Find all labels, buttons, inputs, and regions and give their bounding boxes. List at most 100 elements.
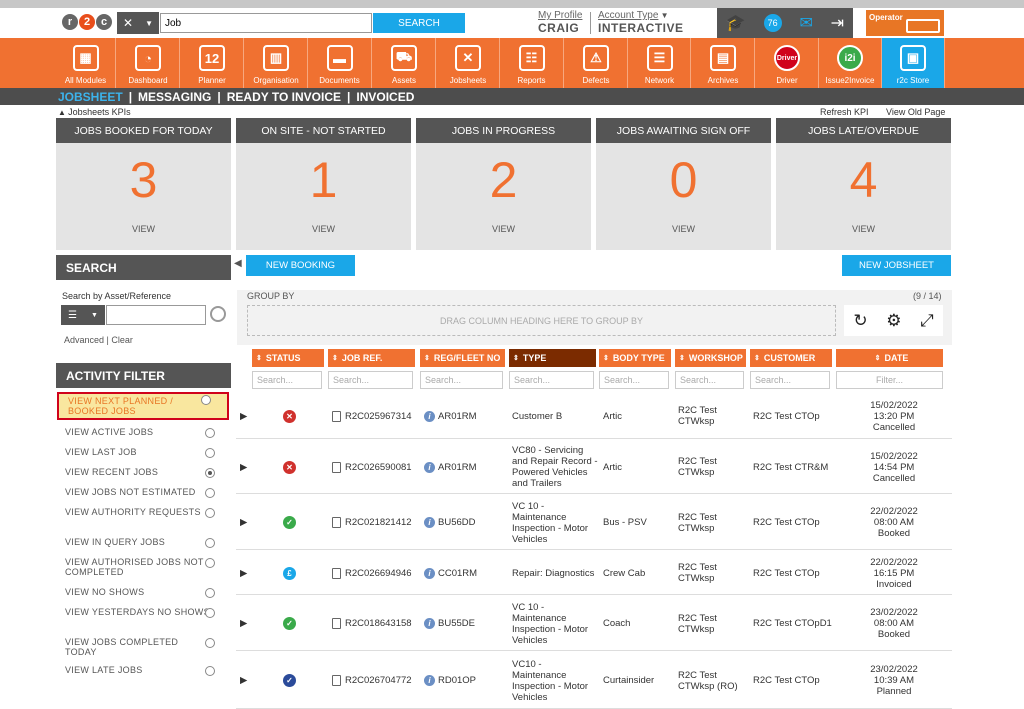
activity-filter-item[interactable]: VIEW AUTHORITY REQUESTS (56, 507, 231, 518)
activity-filter-item[interactable]: VIEW NO SHOWS (56, 587, 231, 598)
tab-jobsheet[interactable]: JOBSHEET (58, 90, 123, 104)
notification-badge[interactable]: 76 (763, 14, 782, 32)
info-icon[interactable]: i (424, 461, 435, 473)
expand-row-icon[interactable]: ▶ (240, 551, 247, 595)
radio-button[interactable] (205, 666, 215, 676)
refresh-icon[interactable]: ↻ (853, 311, 867, 331)
radio-button[interactable] (205, 608, 215, 618)
job-ref[interactable]: R2C026704772 (345, 675, 412, 686)
radio-button[interactable] (205, 588, 215, 598)
nav-item-all-modules[interactable]: ▦ All Modules (56, 38, 116, 88)
kpi-card[interactable]: ON SITE - NOT STARTED 1 VIEW (236, 118, 411, 250)
nav-item-r2c-store[interactable]: ▣ r2c Store (882, 38, 945, 88)
nav-item-defects[interactable]: ⚠ Defects (565, 38, 628, 88)
nav-item-organisation[interactable]: ▥ Organisation (245, 38, 308, 88)
mail-icon[interactable]: ✉ (799, 13, 812, 33)
nav-item-jobsheets[interactable]: ✕ Jobsheets (437, 38, 500, 88)
refresh-kpi-link[interactable]: Refresh KPI (820, 107, 869, 117)
group-drop-zone[interactable]: DRAG COLUMN HEADING HERE TO GROUP BY (247, 305, 836, 336)
info-icon[interactable]: i (424, 410, 435, 422)
column-filter-input[interactable]: Search... (252, 371, 322, 389)
radio-button[interactable] (201, 395, 211, 405)
column-filter-input[interactable]: Search... (599, 371, 669, 389)
job-ref[interactable]: R2C021821412 (345, 517, 412, 528)
reg-number[interactable]: BU56DD (438, 517, 476, 528)
activity-filter-item[interactable]: VIEW LAST JOB (56, 447, 231, 458)
tab-messaging[interactable]: MESSAGING (138, 90, 211, 104)
operator-badge[interactable]: Operator (866, 10, 944, 36)
radio-button[interactable] (205, 488, 215, 498)
my-profile-link[interactable]: My Profile (538, 10, 582, 21)
info-icon[interactable]: i (424, 517, 435, 528)
expand-icon[interactable]: ⤢ (920, 311, 934, 331)
clear-search-link[interactable]: Clear (111, 335, 133, 345)
column-filter-input[interactable]: Search... (420, 371, 503, 389)
column-filter-input[interactable]: Search... (328, 371, 413, 389)
radio-button[interactable] (205, 508, 215, 518)
activity-filter-item[interactable]: VIEW AUTHORISED JOBS NOT COMPLETED (56, 557, 231, 577)
column-header[interactable]: ⇕ STATUS (252, 349, 324, 367)
table-row[interactable]: ▶ £ R2C026694946 i CC01RM Repair: Diagnos… (236, 551, 952, 595)
tab-invoiced[interactable]: INVOICED (356, 90, 414, 104)
expand-row-icon[interactable]: ▶ (240, 440, 247, 494)
kpi-view-link[interactable]: VIEW (236, 224, 411, 234)
column-header[interactable]: ⇕ TYPE (509, 349, 596, 367)
column-header[interactable]: ⇕ WORKSHOP (675, 349, 746, 367)
account-type-link[interactable]: Account Type (598, 10, 658, 21)
info-icon[interactable]: i (424, 567, 435, 579)
nav-item-planner[interactable]: 12 Planner (181, 38, 244, 88)
reg-number[interactable]: AR01RM (438, 462, 477, 473)
radio-button[interactable] (205, 538, 215, 548)
advanced-search-link[interactable]: Advanced (64, 335, 104, 345)
expand-row-icon[interactable]: ▶ (240, 393, 247, 439)
kpi-card[interactable]: JOBS AWAITING SIGN OFF 0 VIEW (596, 118, 771, 250)
kpi-toggle[interactable]: ▲ Jobsheets KPIs (58, 107, 131, 117)
radio-button[interactable] (205, 558, 215, 568)
r2c-logo[interactable]: r 2 c (62, 11, 112, 33)
activity-filter-item[interactable]: VIEW LATE JOBS (56, 665, 231, 676)
nav-item-network[interactable]: ☰ Network (629, 38, 691, 88)
nav-item-dashboard[interactable]: ◔ Dashboard (117, 38, 180, 88)
activity-filter-item[interactable]: VIEW JOBS COMPLETED TODAY (56, 637, 231, 657)
column-header[interactable]: ⇕ REG/FLEET NO (420, 349, 505, 367)
radio-button[interactable] (205, 428, 215, 438)
column-header[interactable]: ⇕ BODY TYPE (599, 349, 671, 367)
column-header[interactable]: ⇕ JOB REF. (328, 349, 415, 367)
column-filter-input[interactable]: Filter... (836, 371, 943, 389)
nav-item-assets[interactable]: ⛟ Assets (373, 38, 436, 88)
column-header[interactable]: ⇕ CUSTOMER (750, 349, 832, 367)
nav-item-documents[interactable]: ▬ Documents (308, 38, 372, 88)
search-filter-dropdown[interactable]: ☰ ▼ (61, 305, 105, 325)
table-row[interactable]: ▶ ✓ R2C026704772 i RD01OP VC10 - Maintena… (236, 652, 952, 709)
reg-number[interactable]: CC01RM (438, 568, 477, 579)
job-ref[interactable]: R2C026590081 (345, 462, 412, 473)
info-icon[interactable]: i (424, 618, 435, 629)
activity-filter-item[interactable]: VIEW JOBS NOT ESTIMATED (56, 487, 231, 498)
nav-item-archives[interactable]: ▤ Archives (692, 38, 755, 88)
table-row[interactable]: ▶ ✓ R2C021821412 i BU56DD VC 10 - Mainten… (236, 495, 952, 550)
kpi-card[interactable]: JOBS IN PROGRESS 2 VIEW (416, 118, 591, 250)
column-filter-input[interactable]: Search... (509, 371, 594, 389)
nav-item-issue2invoice[interactable]: i2i Issue2Invoice (819, 38, 882, 88)
activity-filter-item[interactable]: VIEW YESTERDAYS NO SHOWS (56, 607, 231, 618)
search-icon[interactable] (210, 306, 226, 322)
view-old-page-link[interactable]: View Old Page (886, 107, 945, 117)
table-row[interactable]: ▶ ✕ R2C026590081 i AR01RM VC80 - Servicin… (236, 440, 952, 494)
table-row[interactable]: ▶ ✕ R2C025967314 i AR01RM Customer B Arti… (236, 393, 952, 439)
job-ref[interactable]: R2C018643158 (345, 618, 412, 629)
global-search-input[interactable] (160, 13, 372, 33)
kpi-card[interactable]: JOBS BOOKED FOR TODAY 3 VIEW (56, 118, 231, 250)
radio-button[interactable] (205, 448, 215, 458)
job-ref[interactable]: R2C026694946 (345, 568, 412, 579)
info-icon[interactable]: i (424, 675, 435, 686)
gear-icon[interactable]: ⚙ (886, 311, 901, 331)
asset-search-input[interactable] (106, 305, 206, 325)
expand-row-icon[interactable]: ▶ (240, 495, 247, 550)
kpi-card[interactable]: JOBS LATE/OVERDUE 4 VIEW (776, 118, 951, 250)
column-filter-input[interactable]: Search... (675, 371, 744, 389)
logout-icon[interactable]: ⇥ (831, 13, 844, 33)
kpi-view-link[interactable]: VIEW (596, 224, 771, 234)
radio-button[interactable] (205, 638, 215, 648)
activity-filter-item[interactable]: VIEW ACTIVE JOBS (56, 427, 231, 438)
column-header[interactable]: ⇕ DATE (836, 349, 943, 367)
